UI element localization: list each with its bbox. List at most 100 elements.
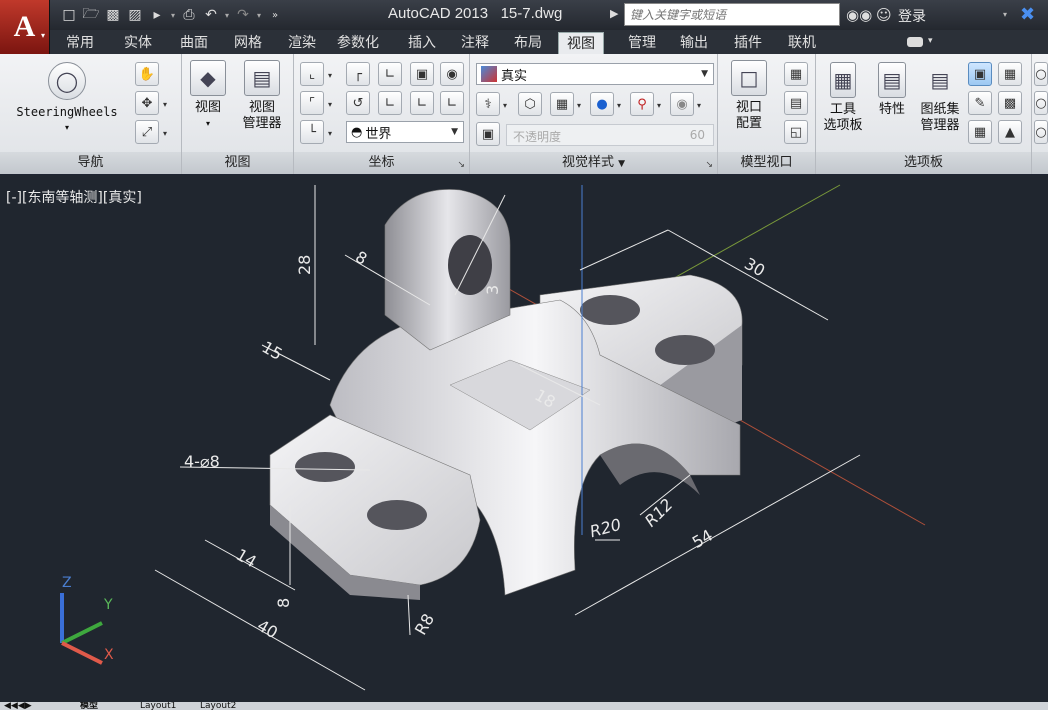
markup-icon[interactable]: ✎ <box>968 91 992 115</box>
chevron-down-icon[interactable]: ▾ <box>328 100 332 109</box>
chevron-down-icon[interactable]: ▼ <box>618 159 625 169</box>
sheet-set-label-2: 管理器 <box>920 118 960 133</box>
tab-nav-icon[interactable]: ◀◀◀▶ <box>4 702 32 710</box>
chevron-down-icon[interactable]: ▾ <box>928 36 933 46</box>
ucs-named-icon[interactable]: └ <box>300 120 324 144</box>
save-as-icon[interactable]: ▨ <box>124 5 146 25</box>
visual-style-select[interactable]: 真实 ▼ <box>476 63 714 85</box>
pan-hand-icon[interactable]: ✋ <box>135 62 159 86</box>
chevron-down-icon[interactable]: ▾ <box>328 71 332 80</box>
sheet-set-manager-button[interactable]: ▤ 图纸集 管理器 <box>916 62 964 134</box>
ucs-previous-icon[interactable]: ↺ <box>346 91 370 115</box>
drawing-viewport[interactable]: 28 8 15 3 30 18 4-⌀8 14 8 40 R8 R20 R12 … <box>0 175 1048 702</box>
redo-icon[interactable]: ↷ <box>232 5 254 25</box>
chevron-down-icon[interactable]: ▾ <box>1003 10 1007 19</box>
chevron-down-icon[interactable]: ▾ <box>657 101 661 110</box>
binoculars-icon[interactable]: ◉◉ <box>846 6 872 24</box>
opacity-slider[interactable]: 不透明度 60 <box>506 124 714 146</box>
tab-mesh[interactable]: 网格 <box>228 32 268 54</box>
chevron-down-icon[interactable]: ▾ <box>163 100 167 109</box>
ucs-x-icon[interactable]: ∟ <box>378 62 402 86</box>
ucs-globe-icon[interactable]: ◉ <box>440 62 464 86</box>
xray-icon[interactable]: ⬡ <box>518 92 542 116</box>
ucs-icon[interactable]: ⌞ <box>300 62 324 86</box>
tab-layout[interactable]: 布局 <box>508 32 548 54</box>
tab-surface[interactable]: 曲面 <box>174 32 214 54</box>
shadows-icon[interactable]: ▦ <box>550 92 574 116</box>
zoom-extents-icon[interactable]: ⤢ <box>135 120 159 144</box>
chevron-down-icon[interactable]: ▾ <box>254 11 264 20</box>
ucs-y-icon[interactable]: ∟ <box>378 91 402 115</box>
tab-annotate[interactable]: 注释 <box>455 32 495 54</box>
tab-layout2[interactable]: Layout2 <box>200 702 236 710</box>
tab-solid[interactable]: 实体 <box>118 32 158 54</box>
viewport-controls-label[interactable]: [-][东南等轴测][真实] <box>6 187 142 207</box>
save-icon[interactable]: ▩ <box>102 5 124 25</box>
view-button[interactable]: ◆ 视图 ▾ <box>188 60 228 132</box>
tab-render[interactable]: 渲染 <box>282 32 322 54</box>
chevron-down-icon[interactable]: ▾ <box>222 11 232 20</box>
design-center-icon[interactable]: ▦ <box>998 62 1022 86</box>
expand-arrow-icon[interactable]: ▶ <box>610 7 618 20</box>
dbconnect-icon[interactable]: ▦ <box>968 120 992 144</box>
tab-model[interactable]: 模型 <box>80 702 98 710</box>
new-file-icon[interactable]: □ <box>58 5 80 25</box>
print-icon[interactable]: ⎙ <box>178 5 200 25</box>
ucs-z-icon[interactable]: ∟ <box>410 91 434 115</box>
chevron-down-icon[interactable]: ▾ <box>328 129 332 138</box>
restore-viewports-icon[interactable]: ◱ <box>784 120 808 144</box>
dialog-launcher-icon[interactable]: ↘ <box>705 160 713 170</box>
command-line-icon[interactable]: ▣ <box>968 62 992 86</box>
ucs-object-icon[interactable]: ▣ <box>410 62 434 86</box>
environment-icon[interactable]: ◉ <box>670 92 694 116</box>
tab-parametric[interactable]: 参数化 <box>333 32 383 54</box>
application-menu-button[interactable]: A ▾ <box>0 0 50 54</box>
edge-effects-icon[interactable]: ⚕ <box>476 92 500 116</box>
open-folder-icon[interactable]: 🗁 <box>80 5 102 25</box>
tab-home[interactable]: 常用 <box>60 32 100 54</box>
more-tools-icon[interactable]: » <box>264 5 286 25</box>
chevron-down-icon[interactable]: ▾ <box>503 101 507 110</box>
named-viewports-icon[interactable]: ▦ <box>784 62 808 86</box>
view-manager-button[interactable]: ▤ 视图 管理器 <box>236 60 288 132</box>
properties-button[interactable]: ▤ 特性 <box>872 62 912 118</box>
opacity-icon[interactable]: ▣ <box>476 122 500 146</box>
overflow-icon[interactable]: ○ <box>1034 91 1048 115</box>
overflow-icon[interactable]: ○ <box>1034 120 1048 144</box>
undo-icon[interactable]: ↶ <box>200 5 222 25</box>
user-icon[interactable]: ☺ <box>876 6 892 24</box>
ucs-3point-icon[interactable]: ∟ <box>440 91 464 115</box>
lights-icon[interactable]: ⚲ <box>630 92 654 116</box>
search-input[interactable] <box>625 4 839 26</box>
material-sphere-icon[interactable]: ● <box>590 92 614 116</box>
steeringwheels-button[interactable]: ◯ SteeringWheels ▾ <box>12 62 122 136</box>
ucs-origin-icon[interactable]: ⌜ <box>300 91 324 115</box>
overflow-icon[interactable]: ○ <box>1034 62 1048 86</box>
dialog-launcher-icon[interactable]: ↘ <box>457 160 465 170</box>
search-box[interactable] <box>624 3 840 26</box>
exchange-x-icon[interactable]: ✖ <box>1020 4 1035 25</box>
viewport-config-button[interactable]: □ 视口 配置 <box>726 60 772 132</box>
login-button[interactable]: 登录 <box>898 6 926 26</box>
tab-plugins[interactable]: 插件 <box>728 32 768 54</box>
join-viewports-icon[interactable]: ▤ <box>784 91 808 115</box>
orbit-icon[interactable]: ✥ <box>135 91 159 115</box>
chevron-down-icon[interactable]: ▾ <box>697 101 701 110</box>
tab-insert[interactable]: 插入 <box>402 32 442 54</box>
ucs-view-icon[interactable]: ┌ <box>346 62 370 86</box>
panel-toggle-icon[interactable] <box>907 37 923 47</box>
plot-export-icon[interactable]: ▸ <box>146 5 168 25</box>
tab-view[interactable]: 视图 <box>558 32 604 54</box>
layer-states-icon[interactable]: ▲ <box>998 120 1022 144</box>
chevron-down-icon[interactable]: ▾ <box>163 129 167 138</box>
calculator-icon[interactable]: ▩ <box>998 91 1022 115</box>
chevron-down-icon[interactable]: ▾ <box>168 11 178 20</box>
tab-online[interactable]: 联机 <box>782 32 822 54</box>
chevron-down-icon[interactable]: ▾ <box>617 101 621 110</box>
tab-manage[interactable]: 管理 <box>620 32 664 54</box>
tool-palettes-button[interactable]: ▦ 工具 选项板 <box>820 62 866 134</box>
ucs-select[interactable]: ◓ 世界 ▼ <box>346 121 464 143</box>
tab-output[interactable]: 输出 <box>674 32 714 54</box>
chevron-down-icon[interactable]: ▾ <box>577 101 581 110</box>
tab-layout1[interactable]: Layout1 <box>140 702 176 710</box>
